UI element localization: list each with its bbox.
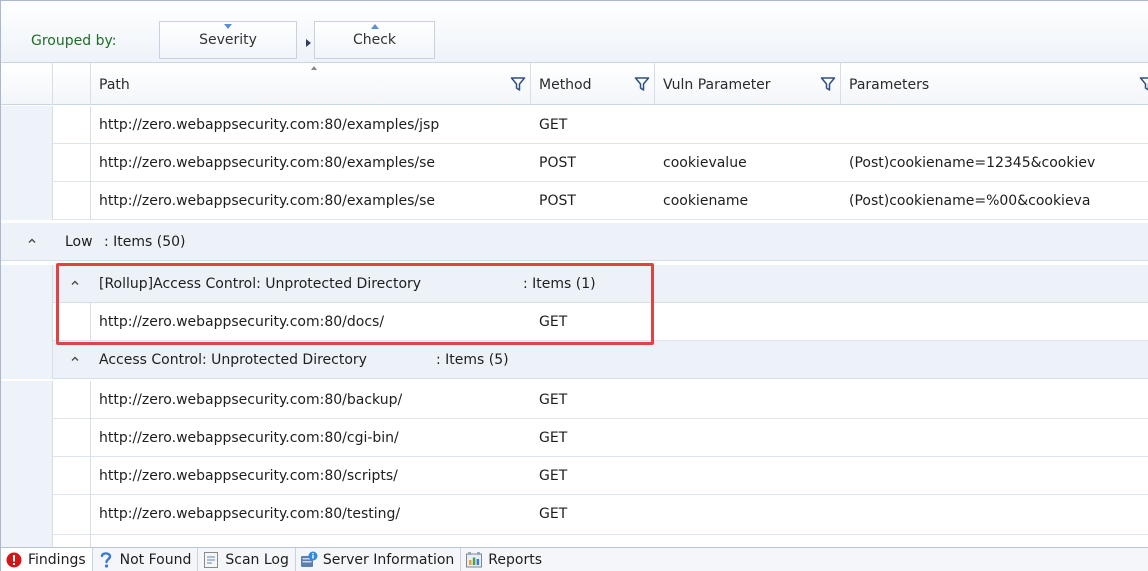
collapse-icon[interactable]: [69, 353, 81, 365]
cell-method: GET: [539, 468, 568, 484]
cell-path: http://zero.webappsecurity.com:80/testin…: [99, 506, 401, 522]
column-header-method[interactable]: Method: [531, 63, 655, 105]
cell-parameters: (Post)cookiename=%00&cookieva: [849, 193, 1091, 209]
cell-path: http://zero.webappsecurity.com:80/cgi-bi…: [99, 430, 399, 446]
reports-icon: [465, 551, 483, 569]
cell-parameters: [849, 106, 1148, 144]
sort-descending-icon: [224, 24, 232, 29]
bottom-tab-bar: Findings Not Found Scan Log Server Infor…: [1, 547, 1148, 571]
tab-server-information[interactable]: Server Information: [296, 547, 462, 571]
cell-method: POST: [539, 155, 576, 171]
tab-findings[interactable]: Findings: [1, 547, 93, 571]
question-icon: [97, 551, 115, 569]
filter-icon[interactable]: [510, 76, 526, 92]
column-header-label: Method: [539, 77, 592, 93]
cell-path: http://zero.webappsecurity.com:80/exampl…: [99, 193, 436, 209]
tab-label: Not Found: [119, 552, 192, 568]
table-row[interactable]: http://zero.webappsecurity.com:80/testin…: [1, 495, 1148, 535]
chevron-right-icon: [306, 39, 311, 47]
highlight-annotation: [56, 263, 654, 345]
tab-reports[interactable]: Reports: [461, 548, 548, 571]
column-header-label: Parameters: [849, 77, 930, 93]
alert-icon: [5, 551, 23, 569]
cell-vuln-parameter: cookiename: [663, 193, 749, 209]
cell-path: http://zero.webappsecurity.com:80/exampl…: [99, 155, 436, 171]
cell-vuln-parameter: cookievalue: [663, 155, 747, 171]
sort-ascending-icon: [310, 66, 317, 70]
column-header-row: Path Method Vuln Parameter Parameters: [1, 63, 1148, 105]
sort-ascending-icon: [370, 24, 379, 29]
column-header-path[interactable]: Path: [91, 63, 531, 105]
group-chip-check[interactable]: Check: [314, 21, 435, 59]
tab-not-found[interactable]: Not Found: [93, 547, 199, 571]
cell-method: GET: [539, 392, 568, 408]
filter-icon[interactable]: [634, 76, 650, 92]
table-row[interactable]: http://zero.webappsecurity.com:80/backup…: [1, 381, 1148, 419]
group-name: Low: [65, 234, 93, 250]
column-header-label: Vuln Parameter: [663, 77, 771, 93]
tab-label: Server Information: [322, 552, 455, 568]
check-group-row[interactable]: Access Control: Unprotected Directory : …: [53, 341, 1148, 379]
cell-method: GET: [539, 430, 568, 446]
table-row[interactable]: http://zero.webappsecurity.com:80/exampl…: [1, 144, 1148, 182]
tab-label: Scan Log: [225, 552, 289, 568]
column-header-vuln-parameter[interactable]: Vuln Parameter: [655, 63, 841, 105]
table-row[interactable]: http://zero.webappsecurity.com:80/cgi-bi…: [1, 419, 1148, 457]
column-header-label: Path: [99, 77, 130, 93]
table-row[interactable]: http://zero.webappsecurity.com:80/exampl…: [1, 106, 1148, 144]
group-chip-label: Check: [352, 32, 397, 48]
cell-method: GET: [539, 506, 568, 522]
group-name: Access Control: Unprotected Directory: [99, 352, 367, 368]
server-info-icon: [300, 551, 318, 569]
filter-icon[interactable]: [820, 76, 836, 92]
cell-method: POST: [539, 193, 576, 209]
cell-path: http://zero.webappsecurity.com:80/script…: [99, 468, 398, 484]
grouped-by-label: Grouped by:: [31, 33, 117, 49]
group-chip-severity[interactable]: Severity: [159, 21, 297, 59]
cell-method: GET: [539, 117, 568, 133]
column-header-parameters[interactable]: Parameters: [841, 63, 1148, 105]
findings-grid: Grouped by: Severity Check Path Method V…: [0, 0, 1148, 571]
indent-column: [1, 63, 53, 105]
indent-column: [53, 63, 91, 105]
cell-path: http://zero.webappsecurity.com:80/backup…: [99, 392, 403, 408]
cell-parameters: (Post)cookiename=12345&cookiev: [849, 155, 1096, 171]
group-item-count: : Items (50): [104, 234, 186, 250]
log-icon: [202, 551, 220, 569]
cell-path: http://zero.webappsecurity.com:80/exampl…: [99, 117, 440, 133]
group-chip-label: Severity: [199, 32, 257, 48]
severity-group-row[interactable]: Low : Items (50): [1, 223, 1148, 261]
cell-vuln-parameter: [663, 106, 835, 144]
collapse-icon[interactable]: [26, 235, 38, 247]
tab-label: Reports: [488, 552, 542, 568]
tab-label: Findings: [28, 552, 86, 568]
table-row[interactable]: http://zero.webappsecurity.com:80/script…: [1, 457, 1148, 495]
filter-icon[interactable]: [1139, 76, 1148, 92]
tab-scan-log[interactable]: Scan Log: [198, 547, 296, 571]
group-by-panel: Grouped by: Severity Check: [1, 1, 1148, 63]
group-item-count: : Items (5): [436, 352, 509, 368]
table-row[interactable]: http://zero.webappsecurity.com:80/exampl…: [1, 182, 1148, 220]
